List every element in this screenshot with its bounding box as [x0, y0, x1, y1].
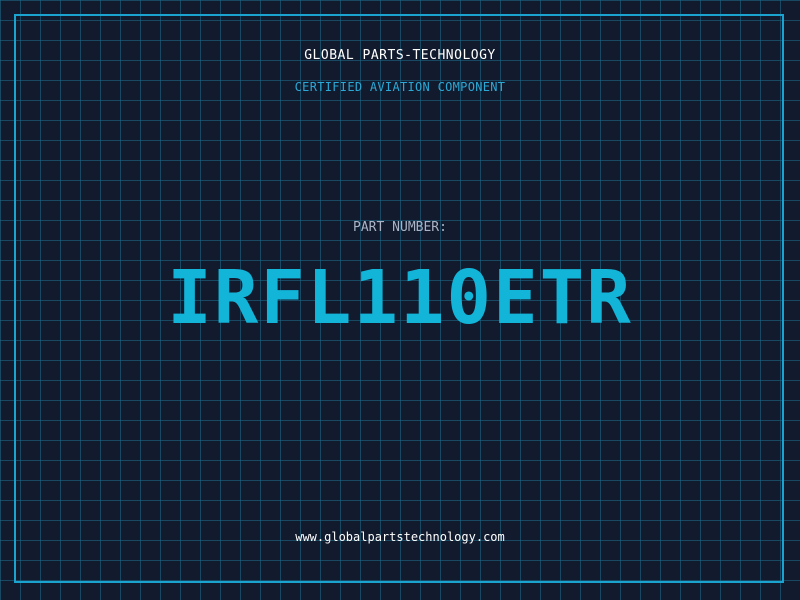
certification-tagline: CERTIFIED AVIATION COMPONENT — [294, 80, 506, 94]
company-name: GLOBAL PARTS-TECHNOLOGY — [304, 48, 496, 63]
part-number-label: PART NUMBER: — [353, 220, 447, 235]
certificate-card: GLOBAL PARTS-TECHNOLOGY CERTIFIED AVIATI… — [0, 0, 800, 600]
part-number-value: IRFL110ETR — [167, 255, 633, 341]
website-url: www.globalpartstechnology.com — [295, 530, 505, 544]
